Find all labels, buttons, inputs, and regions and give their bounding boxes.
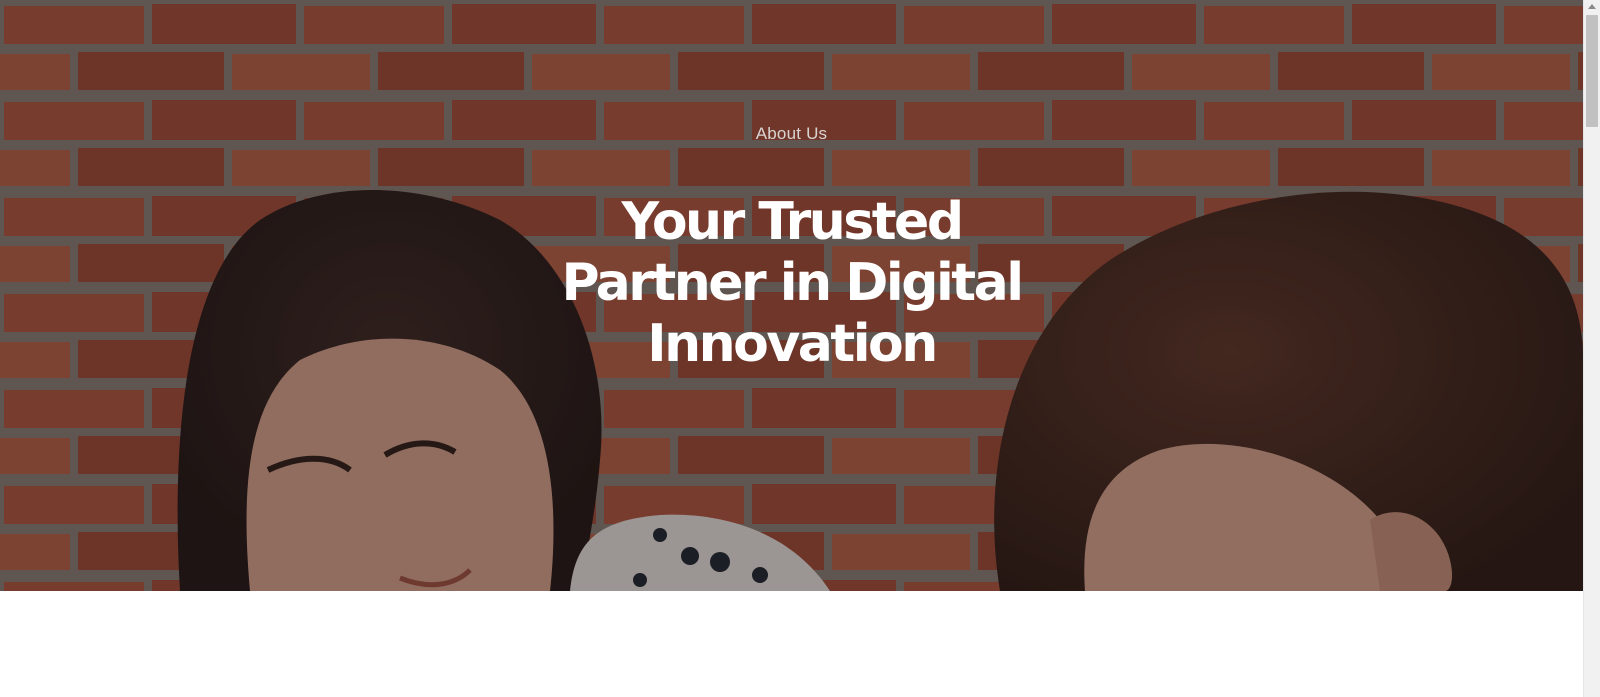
headline-line-3: Innovation <box>647 314 938 374</box>
scrollbar-thumb[interactable] <box>1586 15 1598 127</box>
section-eyebrow: About Us <box>755 124 828 143</box>
scroll-up-arrow-icon[interactable] <box>1588 4 1596 9</box>
headline-line-1: Your Trusted <box>621 192 964 252</box>
vertical-scrollbar[interactable] <box>1583 0 1600 697</box>
headline-line-2: Partner in Digital <box>561 253 1024 313</box>
hero-section: About Us Your Trusted Partner in Digital… <box>0 0 1583 591</box>
content-section <box>0 591 1583 697</box>
hero-content: About Us Your Trusted Partner in Digital… <box>0 0 1583 591</box>
about-page: About Us Your Trusted Partner in Digital… <box>0 0 1600 697</box>
page-headline: Your Trusted Partner in Digital Innovati… <box>0 192 1583 375</box>
